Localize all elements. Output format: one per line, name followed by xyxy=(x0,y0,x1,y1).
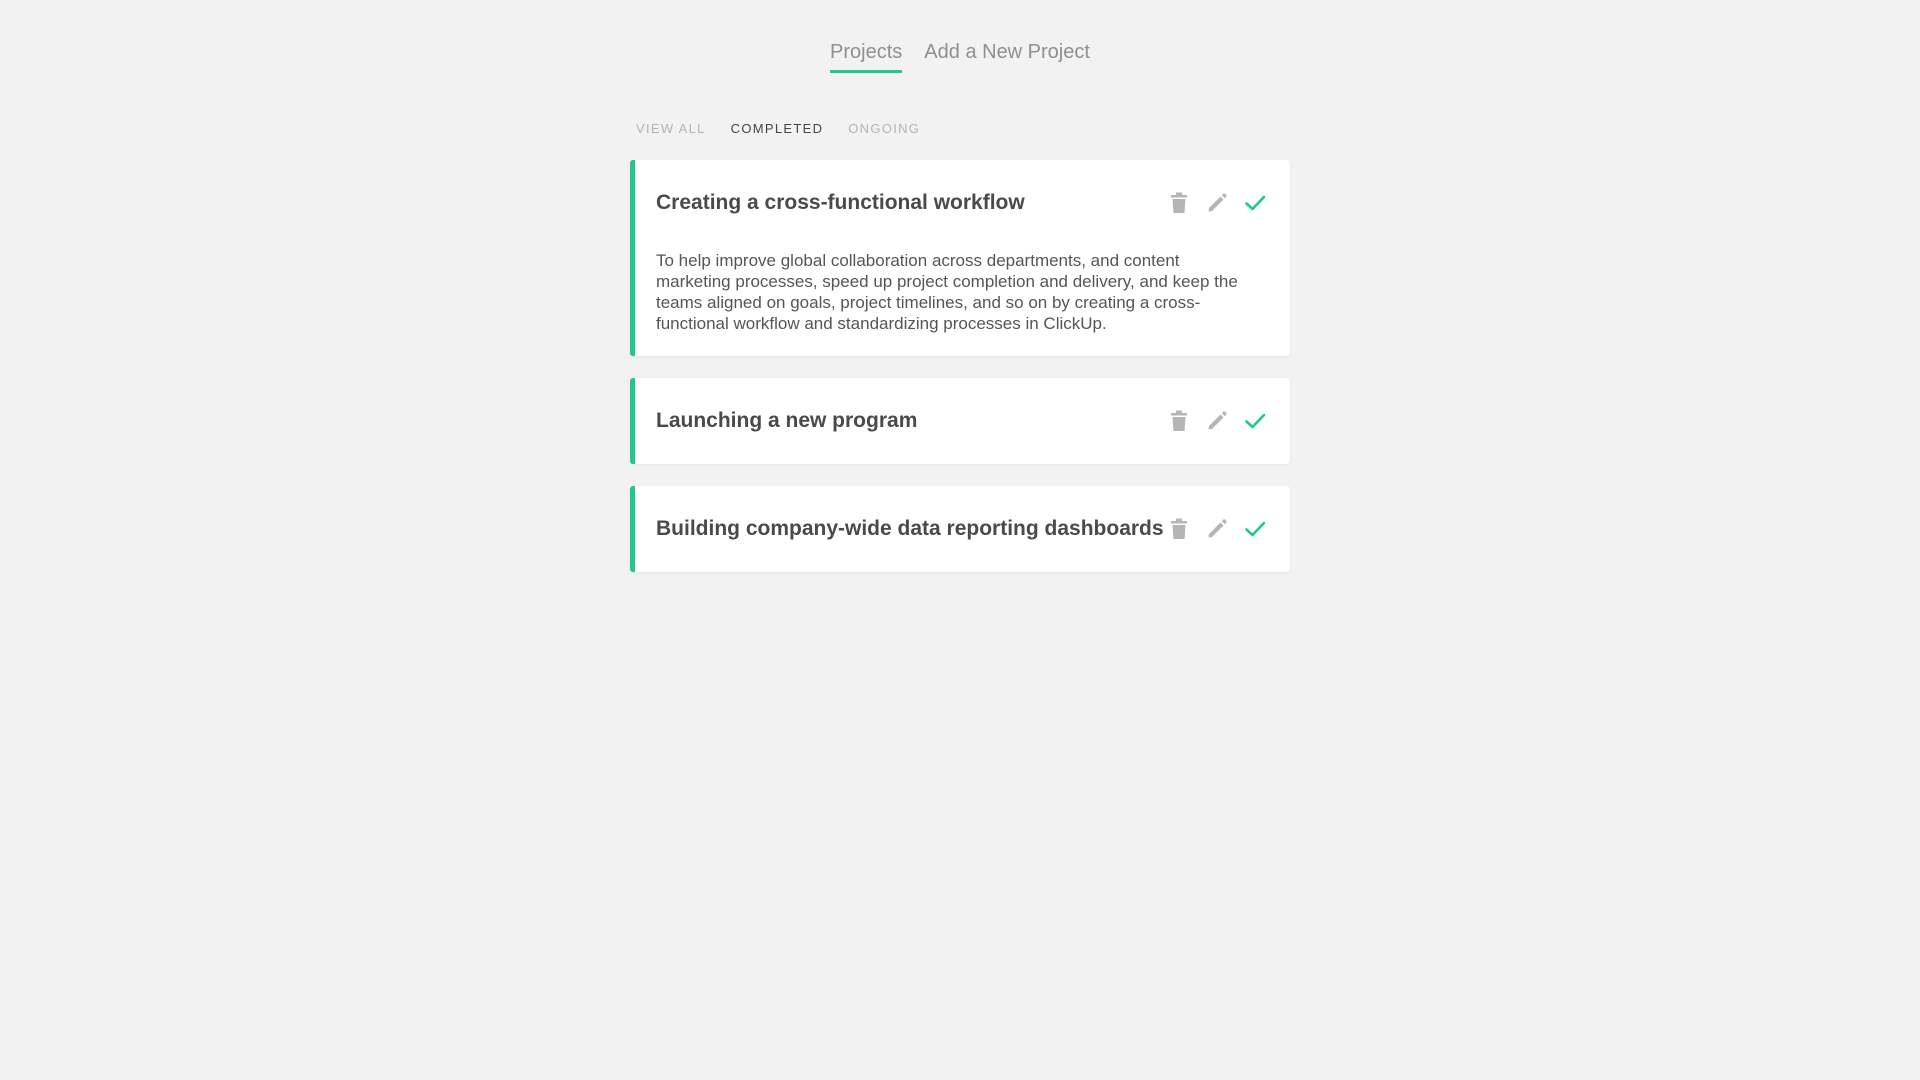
project-card-header: Building company-wide data reporting das… xyxy=(656,508,1266,550)
project-actions xyxy=(1168,518,1266,540)
trash-icon[interactable] xyxy=(1168,192,1190,214)
project-title: Creating a cross-functional workflow xyxy=(656,191,1025,214)
tab-projects[interactable]: Projects xyxy=(830,40,903,73)
project-title: Launching a new program xyxy=(656,409,918,432)
check-icon[interactable] xyxy=(1244,518,1266,540)
top-nav: Projects Add a New Project xyxy=(0,40,1920,73)
check-icon[interactable] xyxy=(1244,410,1266,432)
check-icon[interactable] xyxy=(1244,192,1266,214)
project-card: Building company-wide data reporting das… xyxy=(630,486,1290,572)
filter-bar: VIEW ALL COMPLETED ONGOING xyxy=(636,121,920,136)
pencil-icon[interactable] xyxy=(1206,410,1228,432)
project-card: Creating a cross-functional workflow To … xyxy=(630,160,1290,356)
tab-add-new-project[interactable]: Add a New Project xyxy=(924,40,1090,73)
filter-view-all[interactable]: VIEW ALL xyxy=(636,121,706,136)
filter-completed[interactable]: COMPLETED xyxy=(731,121,824,136)
project-title: Building company-wide data reporting das… xyxy=(656,517,1164,540)
filter-ongoing[interactable]: ONGOING xyxy=(848,121,920,136)
project-actions xyxy=(1168,192,1266,214)
trash-icon[interactable] xyxy=(1168,518,1190,540)
project-card-header: Launching a new program xyxy=(656,400,1266,442)
project-card: Launching a new program xyxy=(630,378,1290,464)
project-description: To help improve global collaboration acr… xyxy=(656,251,1238,333)
pencil-icon[interactable] xyxy=(1206,192,1228,214)
project-list: Creating a cross-functional workflow To … xyxy=(630,160,1290,594)
pencil-icon[interactable] xyxy=(1206,518,1228,540)
project-actions xyxy=(1168,410,1266,432)
trash-icon[interactable] xyxy=(1168,410,1190,432)
project-card-header: Creating a cross-functional workflow xyxy=(656,182,1266,224)
